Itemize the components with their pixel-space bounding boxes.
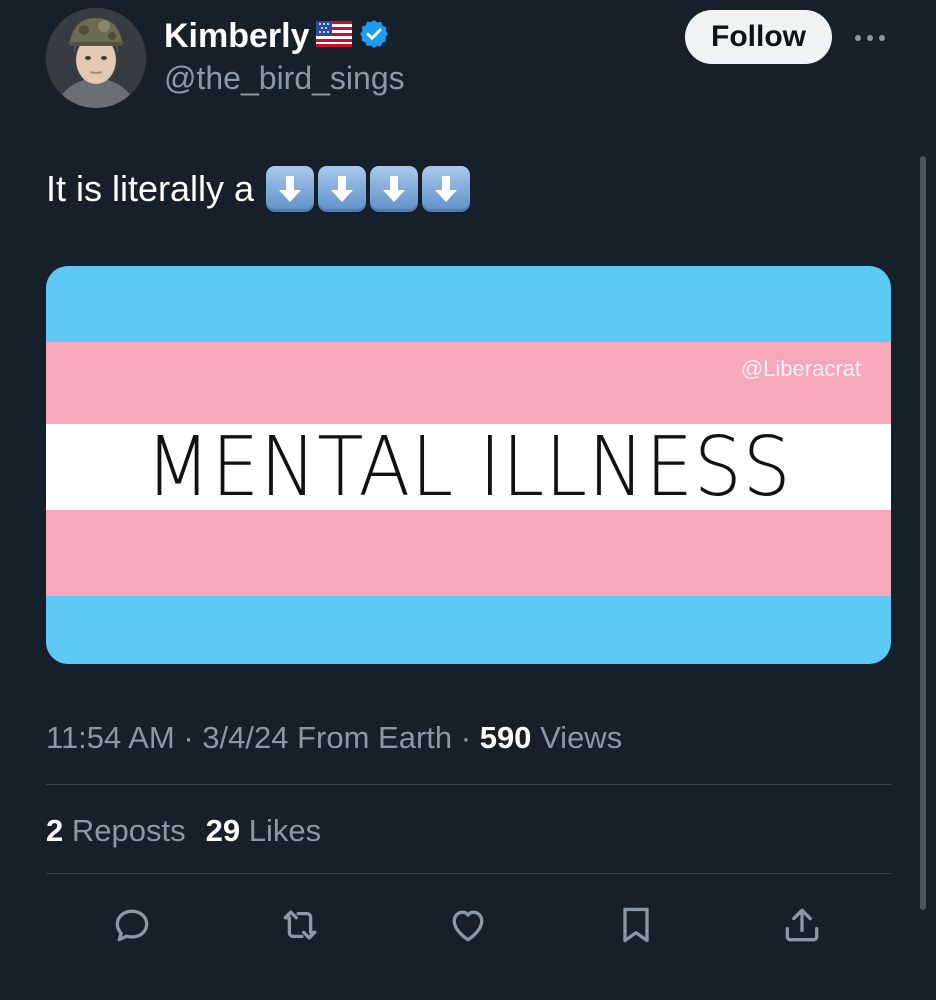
flag-stripe-blue-top — [46, 266, 891, 342]
tweet-text-content: It is literally a — [46, 168, 255, 209]
views-label: Views — [540, 720, 623, 755]
down-arrow-icon — [318, 166, 367, 212]
reposts-count: 2 — [46, 813, 64, 848]
display-name-row: Kimberly — [164, 16, 390, 56]
verified-badge-icon[interactable] — [358, 18, 390, 55]
tweet-text: It is literally a — [46, 166, 471, 212]
views-count: 590 — [479, 720, 532, 755]
follow-button[interactable]: Follow — [685, 10, 832, 64]
tweet-stats: 2 Reposts 29 Likes — [46, 811, 321, 851]
display-name[interactable]: Kimberly — [164, 16, 310, 56]
tweet: Kimberly @the_bird_sings Follow It is li… — [0, 0, 936, 1000]
share-icon[interactable] — [780, 903, 824, 947]
likes-count: 29 — [205, 813, 241, 848]
flag-stripe-pink-top — [46, 342, 891, 424]
down-arrow-icon — [266, 166, 315, 212]
divider — [46, 873, 891, 874]
scrollbar[interactable] — [920, 156, 926, 910]
flag-stripe-blue-bottom — [46, 596, 891, 664]
reply-icon[interactable] — [110, 903, 154, 947]
likes-label: Likes — [248, 813, 322, 848]
tweet-date[interactable]: 3/4/24 — [202, 720, 288, 755]
reposts-stat[interactable]: 2 Reposts — [46, 811, 186, 851]
us-flag-icon — [315, 20, 352, 52]
down-arrow-icon — [422, 166, 471, 212]
user-avatar-photo — [46, 8, 146, 108]
likes-stat[interactable]: 29 Likes — [206, 811, 321, 851]
tweet-location: From Earth — [297, 720, 453, 755]
emoji-row — [266, 166, 471, 212]
avatar[interactable] — [46, 8, 146, 108]
more-options-icon[interactable] — [852, 30, 888, 46]
reposts-label: Reposts — [71, 813, 186, 848]
down-arrow-icon — [370, 166, 419, 212]
repost-icon[interactable] — [278, 903, 322, 947]
bookmark-icon[interactable] — [614, 903, 658, 947]
media-watermark: @Liberacrat — [740, 356, 861, 381]
tweet-time[interactable]: 11:54 AM — [46, 720, 175, 755]
flag-stripe-pink-bottom — [46, 510, 891, 596]
divider — [46, 784, 891, 785]
like-icon[interactable] — [446, 903, 490, 947]
meta-separator: · — [183, 720, 194, 755]
tweet-metadata: 11:54 AM · 3/4/24 From Earth · 590 Views — [46, 718, 622, 758]
handle[interactable]: @the_bird_sings — [164, 58, 405, 98]
meta-separator: · — [460, 720, 472, 755]
media-image[interactable]: @Liberacrat MENTAL ILLNESS — [46, 266, 891, 664]
media-caption: MENTAL ILLNESS — [145, 420, 792, 515]
